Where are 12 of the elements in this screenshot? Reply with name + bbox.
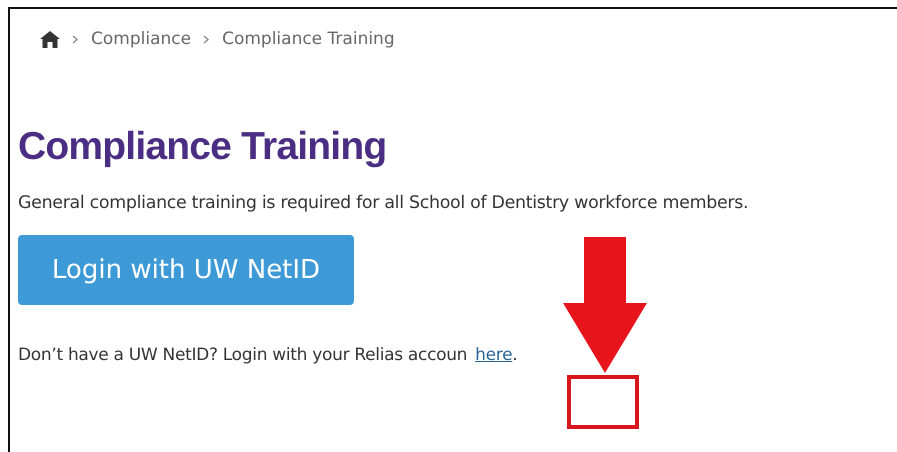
breadcrumb-item[interactable]: Compliance (91, 29, 192, 49)
home-icon[interactable] (40, 30, 60, 48)
intro-text: General compliance training is required for all School of Dentistry workforce members. (18, 193, 750, 213)
page-title: Compliance Training (18, 125, 388, 169)
chevron-icon (72, 34, 79, 44)
here-link[interactable]: here (475, 345, 512, 365)
help-text: Don’t have a UW NetID? Login with your Relias accoun here. (18, 345, 518, 365)
down-arrow-icon (563, 237, 647, 373)
breadcrumb-item: Compliance Training (222, 29, 395, 49)
highlight-frame (567, 375, 639, 429)
login-button[interactable]: Login with UW NetID (18, 235, 354, 305)
chevron-icon (203, 34, 210, 44)
